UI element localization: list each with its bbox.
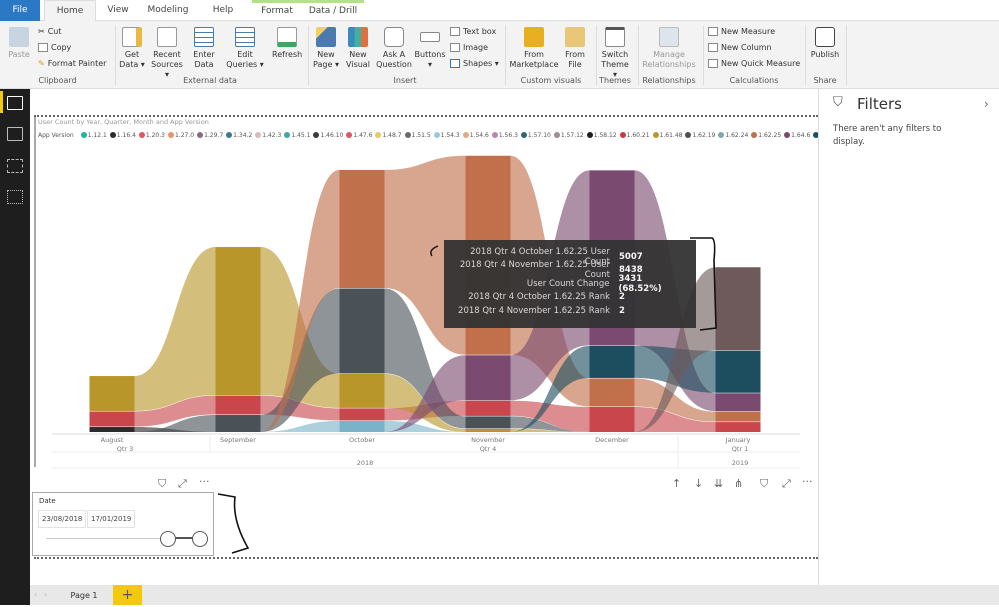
collapse-filters-icon[interactable]: › [984, 97, 989, 111]
x-tick-year: 2018 [356, 459, 374, 467]
x-tick-year: 2019 [731, 459, 749, 467]
slicer-track [46, 538, 162, 539]
slicer-title: Date [39, 497, 56, 505]
bar-segment-1.61.48[interactable] [215, 247, 261, 396]
focus-mode-icon[interactable]: ⤢ [178, 477, 187, 491]
tooltip-label: 2018 Qtr 4 October 1.62.25 Rank [468, 292, 610, 303]
bar-segment-1.16.4[interactable] [89, 427, 135, 432]
add-page-button[interactable]: + [113, 585, 142, 605]
bar-segment-1.62.19[interactable] [465, 416, 511, 429]
bar-segment-1.61.48[interactable] [89, 376, 135, 411]
bar-segment-1.47.6[interactable] [339, 408, 385, 421]
bar-segment-1.47.6[interactable] [89, 411, 135, 427]
bar-segment-1.62.19[interactable] [339, 288, 385, 374]
next-page-icon[interactable]: › [44, 590, 47, 599]
x-tick-quarter: Qtr 3 [116, 445, 134, 453]
bar-segment-1.67.4[interactable] [715, 350, 761, 393]
filters-empty-message: There aren't any filters to display. [833, 124, 942, 147]
tooltip-label: 2018 Qtr 4 November 1.62.25 Rank [458, 305, 610, 316]
slicer-end-date[interactable]: 17/01/2019 [87, 510, 136, 528]
page-tabs-bar: ‹ › Page 1 + [30, 585, 999, 605]
x-tick-month: December [595, 436, 629, 444]
chart-focus-mode-icon[interactable]: ⤢ [782, 477, 791, 491]
bar-segment-1.47.6[interactable] [715, 422, 761, 432]
bar-segment-1.61.48[interactable] [465, 428, 511, 432]
bar-segment-1.67.4[interactable] [589, 345, 635, 378]
tooltip-value: 2 [619, 305, 625, 316]
bar-segment-1.47.6[interactable] [465, 400, 511, 416]
chart-more-options-icon[interactable]: ··· [802, 475, 813, 488]
tooltip: 2018 Qtr 4 October 1.62.25 User Count 500… [444, 240, 696, 328]
bar-segment-1.57.12[interactable] [715, 267, 761, 351]
bar-segment-1.62.25[interactable] [589, 378, 635, 407]
bar-segment-1.47.6[interactable] [589, 407, 635, 432]
x-tick-quarter: Qtr 1 [731, 445, 749, 453]
drill-up-icon[interactable]: ↑ [672, 477, 681, 490]
tooltip-row: 2018 Qtr 4 November 1.62.25 Rank 2 [452, 304, 688, 318]
bar-segment-1.61.48[interactable] [339, 373, 385, 408]
chart-filter-icon[interactable]: ⛉ [760, 477, 768, 491]
filter-icon[interactable]: ⛉ [158, 477, 166, 491]
tooltip-label: User Count Change [526, 278, 610, 289]
bar-segment-1.62.25[interactable] [715, 411, 761, 422]
bar-segment-1.54.3[interactable] [339, 420, 385, 432]
x-tick-month: November [471, 436, 505, 444]
tooltip-value: 3431 (68.52%) [618, 273, 662, 294]
bar-segment-1.64.6[interactable] [715, 393, 761, 412]
filters-title: Filters [857, 95, 902, 113]
tooltip-label: 2018 Qtr 4 November 1.62.25 User Count [459, 260, 610, 281]
bar-segment-1.62.25[interactable] [339, 169, 385, 289]
slicer-start-handle[interactable] [160, 531, 176, 547]
tooltip-value: 2 [619, 292, 625, 303]
filters-pane: ⛉ Filters › There aren't any filters to … [818, 89, 999, 585]
bar-segment-1.64.6[interactable] [465, 355, 511, 401]
slicer-end-handle[interactable] [192, 531, 208, 547]
tooltip-value: 5007 [619, 251, 643, 262]
drill-down-icon[interactable]: ↓ [694, 477, 703, 490]
prev-page-icon[interactable]: ‹ [34, 590, 37, 599]
bar-segment-1.62.19[interactable] [215, 415, 261, 432]
slicer-start-date[interactable]: 23/08/2018 [38, 510, 87, 528]
funnel-icon: ⛉ [833, 95, 843, 110]
x-tick-quarter: Qtr 4 [479, 445, 497, 453]
bar-segment-1.47.6[interactable] [215, 395, 261, 415]
tooltip-row: User Count Change 3431 (68.52%) [452, 273, 688, 294]
x-tick-month: January [725, 436, 751, 444]
next-level-icon[interactable]: ⇊ [714, 477, 723, 490]
more-options-icon[interactable]: ··· [199, 475, 210, 488]
x-tick-month: October [348, 436, 376, 444]
expand-hierarchy-icon[interactable]: ⋔ [734, 477, 743, 490]
ribbon-1.61.48[interactable] [134, 247, 216, 411]
x-tick-month: August [100, 436, 124, 444]
tab-page-1[interactable]: Page 1 [58, 585, 110, 605]
x-tick-month: September [220, 436, 256, 444]
